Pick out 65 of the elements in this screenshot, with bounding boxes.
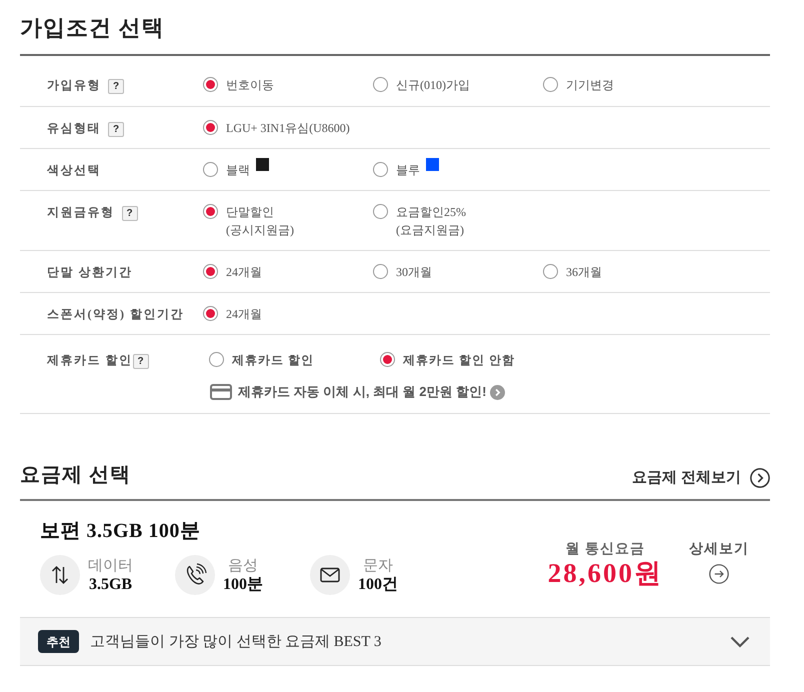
radio-button[interactable] (203, 162, 218, 177)
row-label: 색상선택 (47, 162, 101, 179)
radio-button[interactable] (203, 306, 218, 321)
option-label: 제휴카드 할인 (232, 352, 314, 369)
help-button[interactable]: ? (132, 354, 148, 369)
up-down-arrows-icon (40, 555, 80, 595)
chevron-circle-icon (750, 468, 770, 488)
plan-name: 보편 3.5GB 100분 (40, 519, 200, 544)
option-label: 24개월 (226, 264, 262, 281)
radio-button[interactable] (203, 264, 218, 279)
help-button[interactable]: ? (108, 122, 124, 137)
option-label: 단말할인 (226, 204, 274, 221)
feature-value: 100건 (358, 574, 398, 594)
recommend-badge: 추천 (38, 630, 79, 653)
credit-card-icon (210, 384, 232, 400)
option-label: LGU+ 3IN1유심(U8600) (226, 120, 350, 137)
feature-value: 3.5GB (88, 574, 132, 594)
option-label: 블랙 (226, 162, 250, 179)
fee-amount: 28,600원 (548, 558, 663, 588)
radio-button[interactable] (380, 352, 395, 367)
help-button[interactable]: ? (108, 79, 124, 94)
radio-button[interactable] (203, 77, 218, 92)
section-title: 요금제 선택 (20, 463, 131, 488)
option-note: (공시지원금) (226, 222, 294, 239)
option-label: 36개월 (566, 264, 602, 281)
feature-label: 음성 (228, 556, 258, 574)
row-label: 스폰서(약정) 할인기간 (47, 306, 184, 323)
radio-button[interactable] (373, 77, 388, 92)
option-label: 요금할인25% (396, 204, 466, 221)
recommend-bar[interactable]: 추천 고객님들이 가장 많이 선택한 요금제 BEST 3 (20, 617, 770, 666)
recommend-text: 고객님들이 가장 많이 선택한 요금제 BEST 3 (90, 632, 382, 650)
radio-button[interactable] (373, 264, 388, 279)
radio-button[interactable] (203, 120, 218, 135)
arrow-circle-icon (709, 564, 729, 584)
envelope-icon (310, 555, 350, 595)
option-label: 신규(010)가입 (396, 77, 470, 94)
promo-text: 제휴카드 자동 이체 시, 최대 월 2만원 할인! (238, 383, 486, 401)
radio-button[interactable] (373, 204, 388, 219)
option-label: 번호이동 (226, 77, 274, 94)
arrow-circle-icon[interactable] (490, 384, 506, 400)
radio-button[interactable] (203, 204, 218, 219)
option-label: 30개월 (396, 264, 432, 281)
row-label: 가입유형 (47, 77, 101, 94)
radio-button[interactable] (543, 264, 558, 279)
row-label: 제휴카드 할인 (47, 352, 132, 369)
feature-label: 데이터 (88, 556, 133, 574)
section-title: 가입조건 선택 (20, 14, 166, 42)
option-label: 제휴카드 할인 안함 (403, 352, 515, 369)
row-label: 유심형태 (47, 120, 101, 137)
radio-button[interactable] (209, 352, 224, 367)
option-label: 기기변경 (566, 77, 614, 94)
radio-button[interactable] (543, 77, 558, 92)
option-label: 24개월 (226, 306, 262, 323)
help-button[interactable]: ? (122, 206, 138, 221)
row-label: 지원금유형 (47, 204, 114, 221)
option-label: 블루 (396, 162, 420, 179)
view-all-link[interactable]: 요금제 전체보기 (632, 468, 770, 488)
option-note: (요금지원금) (396, 222, 465, 239)
feature-value: 100분 (223, 574, 263, 594)
fee-label: 월 통신요금 (566, 541, 646, 558)
row-label: 단말 상환기간 (47, 264, 132, 281)
feature-label: 문자 (363, 556, 393, 574)
details-link[interactable]: 상세보기 (689, 541, 749, 584)
phone-icon (175, 555, 215, 595)
radio-button[interactable] (373, 162, 388, 177)
